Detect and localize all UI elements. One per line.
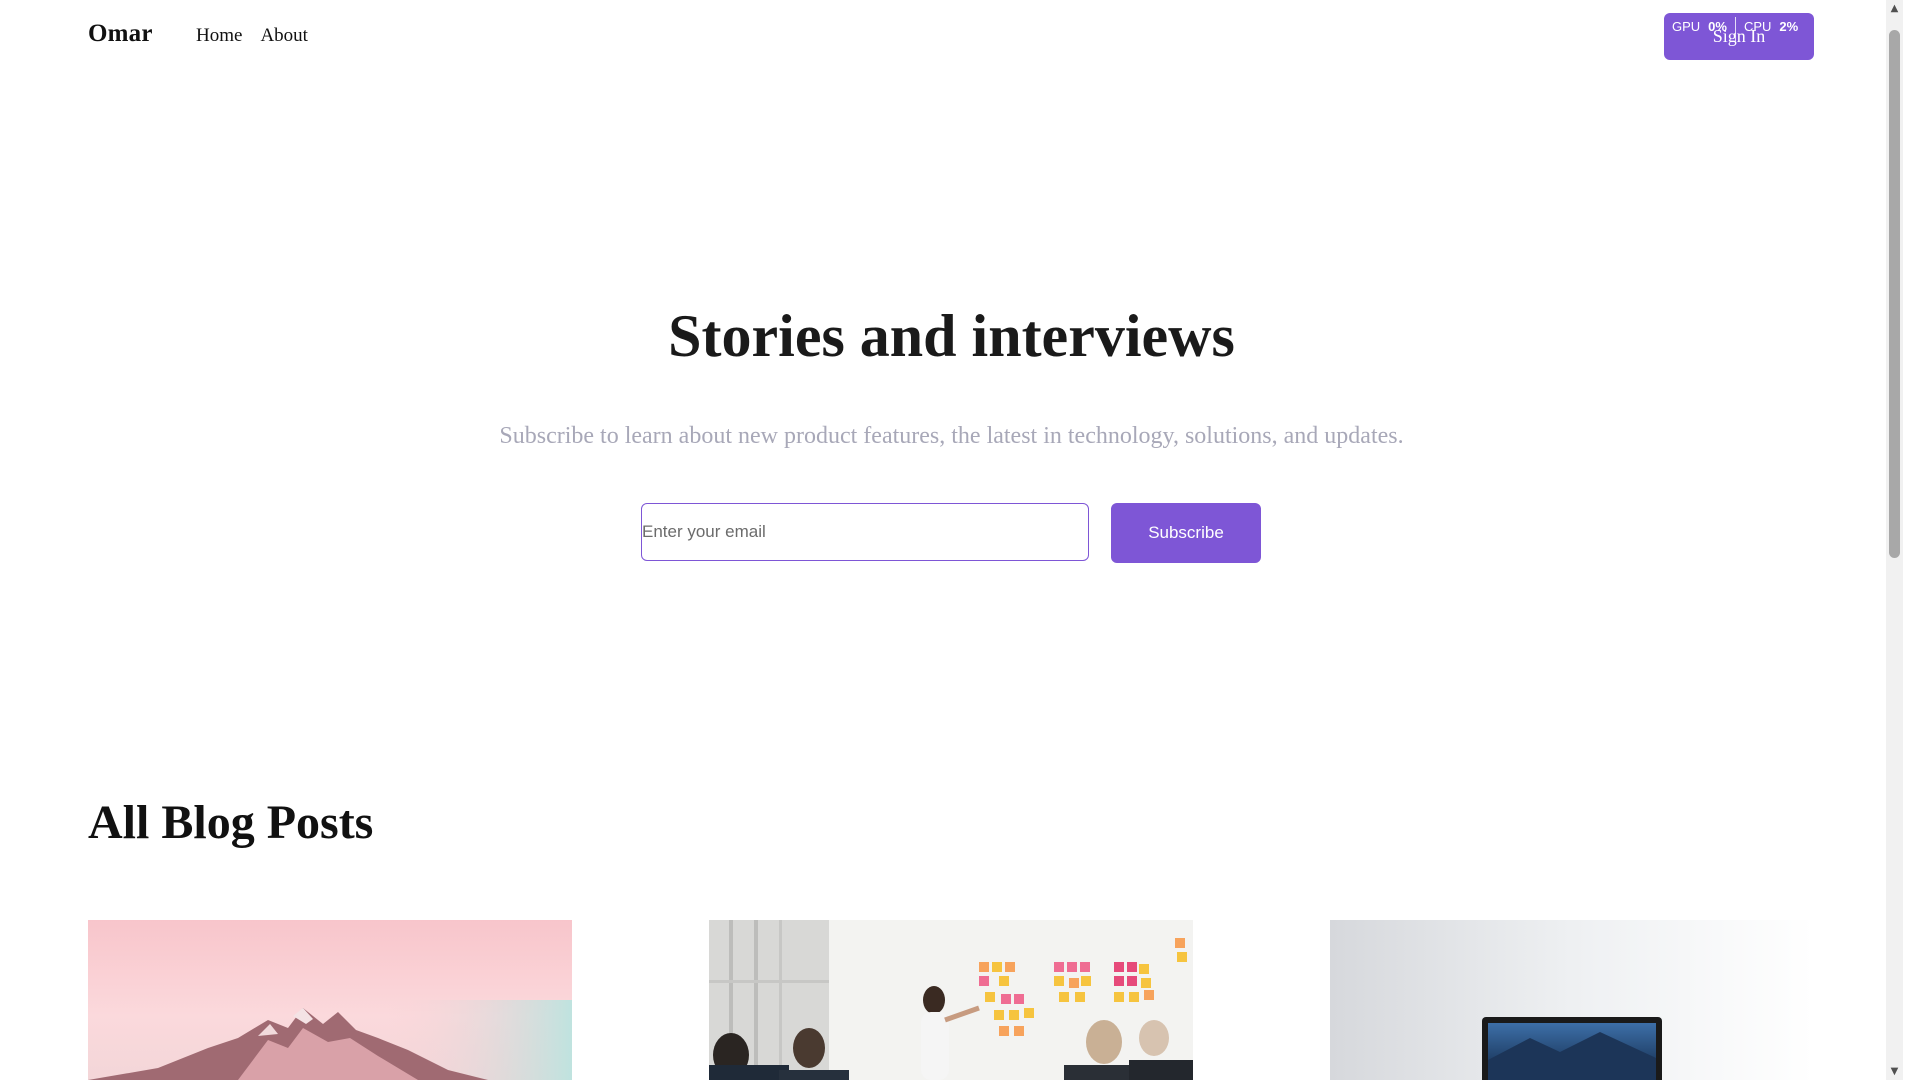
nav-links: Home About [196, 25, 308, 47]
brand-logo[interactable]: Omar [88, 20, 153, 48]
top-nav: Omar Home About Sign In [88, 0, 1814, 72]
blog-card-image-meeting[interactable] [709, 920, 1193, 1080]
sign-in-button[interactable]: Sign In [1664, 13, 1814, 60]
laptop-photo [1330, 920, 1814, 1080]
hero-title: Stories and interviews [668, 303, 1235, 369]
scroll-up-arrow-icon[interactable]: ▲ [1886, 0, 1903, 17]
blog-card-image-laptop[interactable] [1330, 920, 1814, 1080]
nav-link-about[interactable]: About [260, 25, 308, 47]
meeting-photo [709, 920, 1193, 1080]
page: Omar Home About Sign In GPU 0% CPU 2% St… [0, 0, 1903, 1080]
blog-heading: All Blog Posts [88, 796, 374, 849]
blog-card-image-mountain[interactable] [88, 920, 572, 1080]
subscribe-button[interactable]: Subscribe [1111, 503, 1261, 563]
scroll-down-arrow-icon[interactable]: ▼ [1886, 1063, 1903, 1080]
email-input[interactable] [641, 503, 1089, 561]
vertical-scrollbar[interactable]: ▲ ▼ [1886, 0, 1903, 1080]
scroll-thumb[interactable] [1889, 30, 1900, 558]
mountain-photo [88, 920, 572, 1080]
nav-link-home[interactable]: Home [196, 25, 242, 47]
hero-subtitle: Subscribe to learn about new product fea… [499, 423, 1404, 449]
